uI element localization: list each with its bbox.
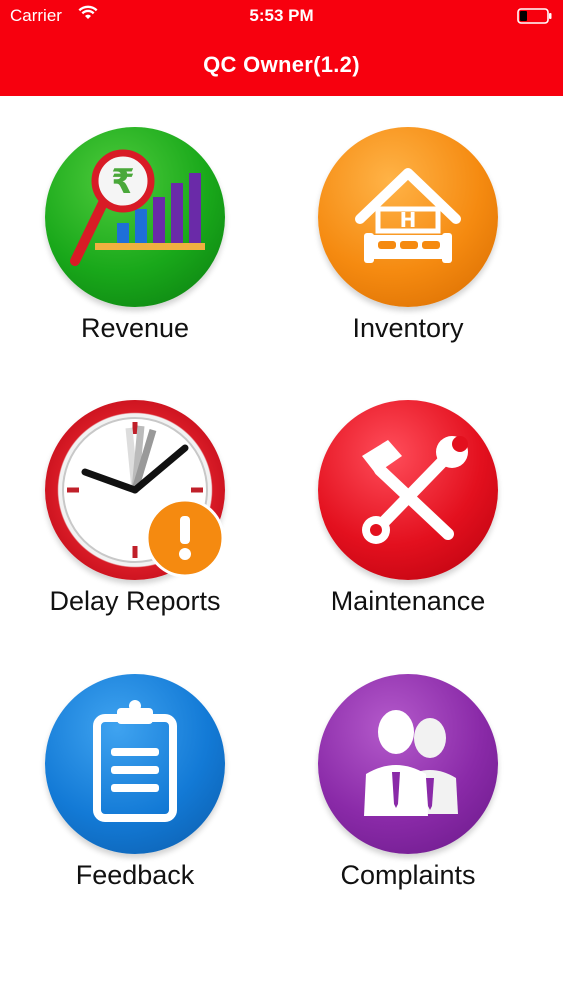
clipboard-icon bbox=[45, 674, 225, 854]
menu-label-inventory: Inventory bbox=[352, 313, 464, 343]
battery-icon bbox=[517, 8, 552, 24]
svg-text:H: H bbox=[400, 208, 417, 232]
page-title: QC Owner(1.2) bbox=[203, 52, 360, 77]
menu-tile-delay-reports[interactable]: Delay Reports bbox=[5, 400, 265, 650]
menu-label-feedback: Feedback bbox=[75, 860, 195, 890]
menu-tile-feedback[interactable]: Feedback bbox=[5, 674, 265, 924]
status-time: 5:53 PM bbox=[249, 6, 314, 25]
menu-label-maintenance: Maintenance bbox=[330, 586, 486, 616]
menu-label-delay-reports: Delay Reports bbox=[49, 586, 221, 616]
tools-icon bbox=[318, 400, 498, 580]
menu-tile-maintenance[interactable]: Maintenance bbox=[278, 400, 538, 650]
menu-tile-inventory[interactable]: H Inventory bbox=[278, 127, 538, 377]
status-bar: Carrier 5:53 PM bbox=[0, 0, 563, 32]
revenue-chart-icon: ₹ bbox=[45, 127, 225, 307]
people-icon bbox=[318, 674, 498, 854]
menu-label-complaints: Complaints bbox=[340, 860, 476, 890]
app-header: Carrier 5:53 PM QC Owner(1.2) bbox=[0, 0, 563, 96]
hotel-house-icon: H bbox=[318, 127, 498, 307]
menu-tile-revenue[interactable]: ₹ Revenue bbox=[5, 127, 265, 377]
clock-alert-icon bbox=[45, 400, 225, 580]
svg-text:₹: ₹ bbox=[111, 162, 135, 202]
menu-tile-complaints[interactable]: Complaints bbox=[278, 674, 538, 924]
menu-label-revenue: Revenue bbox=[80, 313, 190, 343]
